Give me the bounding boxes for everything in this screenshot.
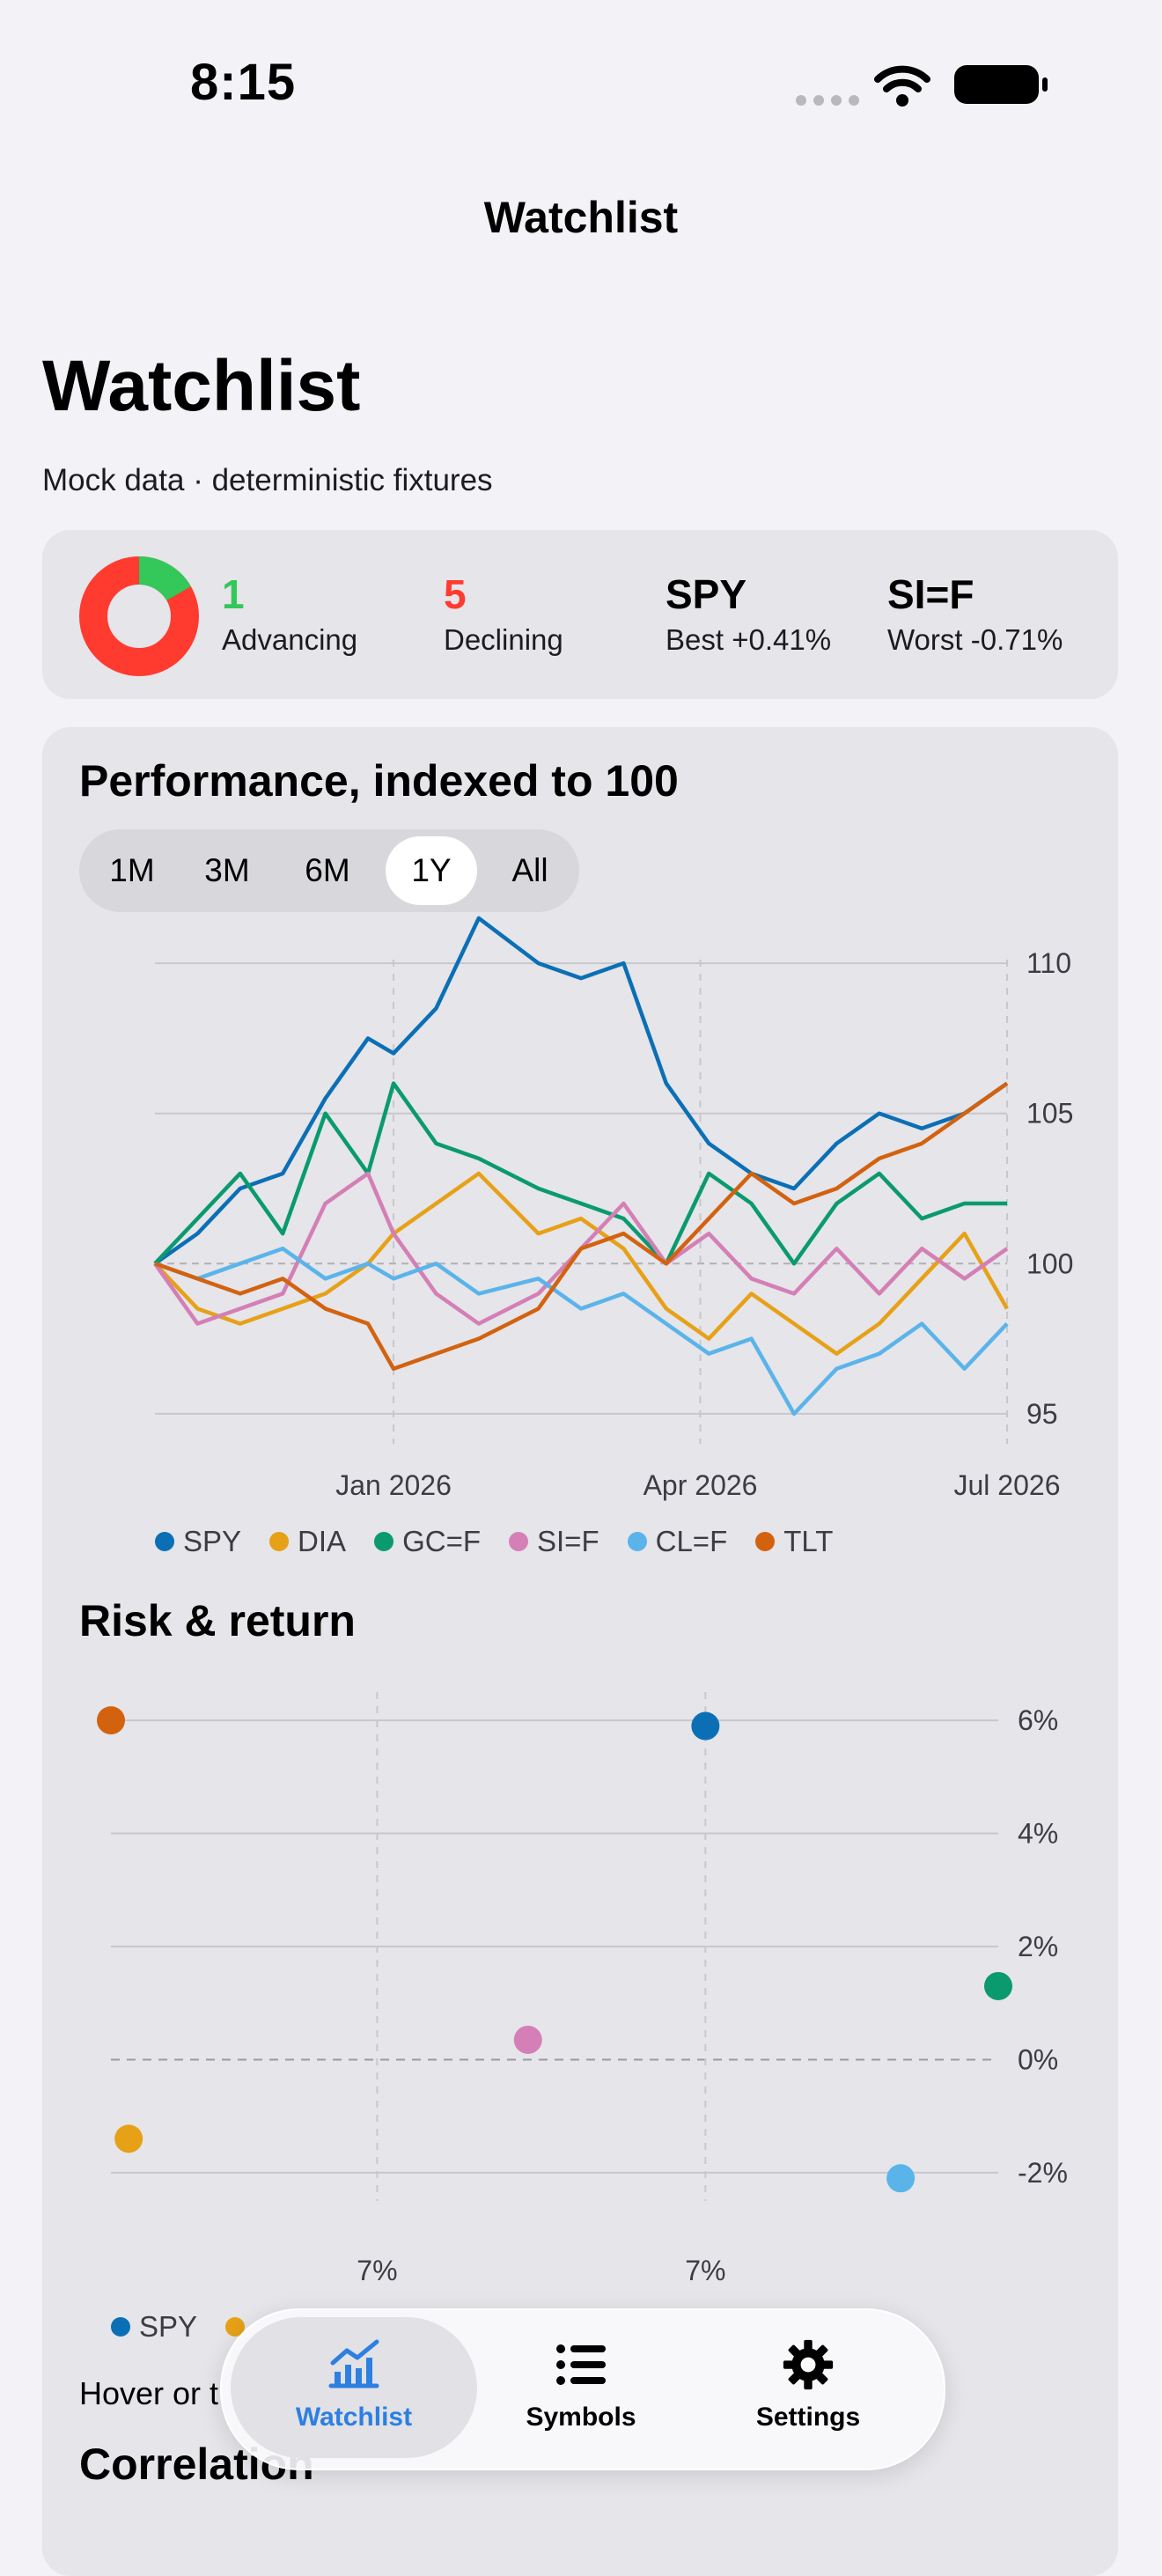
- list-icon: [556, 2344, 606, 2385]
- tab-watchlist[interactable]: Watchlist: [248, 2338, 460, 2432]
- y-tick-label: 0%: [1018, 2043, 1058, 2075]
- point-dia: [114, 2124, 143, 2153]
- y-tick-label: 6%: [1018, 1704, 1058, 1736]
- risk-return-scatter[interactable]: -2% 0% 2% 4% 6% 7% 7%: [0, 0, 1162, 2324]
- legend-item: SPY: [111, 2310, 197, 2344]
- point-clf: [886, 2164, 916, 2193]
- gear-icon: [783, 2339, 834, 2390]
- y-tick-label: -2%: [1018, 2157, 1068, 2189]
- x-tick-label: 7%: [357, 2255, 397, 2286]
- tab-symbols[interactable]: Symbols: [475, 2338, 687, 2432]
- tab-label-symbols: Symbols: [526, 2403, 636, 2432]
- legend-dot: [111, 2317, 130, 2337]
- point-sif: [513, 2025, 542, 2054]
- chart-icon: [328, 2339, 379, 2388]
- risk-legend: SPY: [111, 2310, 246, 2344]
- tab-settings[interactable]: Settings: [702, 2338, 914, 2432]
- point-tlt: [97, 1706, 125, 1735]
- point-spy: [691, 1711, 720, 1741]
- tab-label-settings: Settings: [755, 2403, 861, 2432]
- legend-label: SPY: [139, 2310, 198, 2343]
- x-tick-label: 7%: [685, 2255, 725, 2286]
- y-tick-label: 2%: [1018, 1931, 1058, 1962]
- y-tick-label: 4%: [1018, 1818, 1058, 1850]
- risk-hint: Hover or t: [79, 2375, 219, 2411]
- tab-label-watchlist: Watchlist: [295, 2403, 413, 2432]
- point-gcf: [984, 1971, 1012, 2000]
